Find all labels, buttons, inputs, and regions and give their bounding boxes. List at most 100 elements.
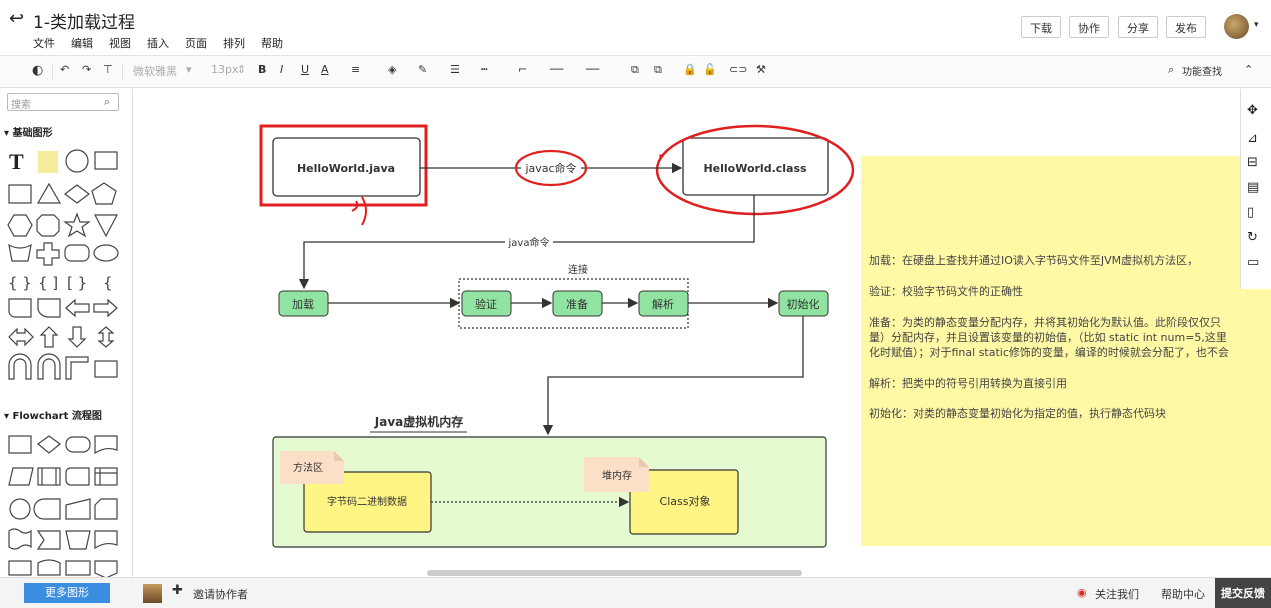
bytecode-label: 字节码二进制数据 (327, 495, 407, 508)
end-arrow-icon[interactable]: ── (586, 63, 599, 76)
start-arrow-icon[interactable]: ── (550, 63, 563, 76)
redo-icon[interactable]: ↷ (82, 63, 91, 76)
line-style-icon[interactable]: ┅ (481, 63, 488, 76)
stepper-icon: ⇕ (237, 63, 247, 76)
bold-icon[interactable]: B (258, 63, 266, 76)
font-family-select[interactable]: 微软雅黑 (133, 63, 177, 79)
publish-button[interactable]: 发布 (1166, 16, 1206, 38)
init-to-jvm-arrow[interactable] (542, 316, 804, 436)
navigate-icon[interactable]: ✥ (1247, 103, 1258, 118)
menu-help[interactable]: 帮助 (261, 35, 283, 51)
font-color-icon[interactable]: A (321, 63, 329, 76)
prepare-node[interactable]: 准备 (552, 290, 603, 317)
search-icon[interactable]: ⌕ (1168, 63, 1174, 77)
diagram-canvas[interactable]: HelloWorld.java HelloWorld.class javac命令… (134, 89, 1271, 577)
send-back-icon[interactable]: ⧉ (654, 63, 662, 77)
back-arrow-icon[interactable]: ↩ (9, 8, 24, 29)
javac-label: javac命令 (524, 161, 576, 175)
magic-wand-icon[interactable]: ⚒ (756, 63, 766, 76)
share-button[interactable]: 分享 (1118, 16, 1158, 38)
menu-arrange[interactable]: 排列 (223, 35, 245, 51)
load-label: 加载 (292, 298, 314, 311)
avatar-small[interactable] (143, 584, 162, 603)
more-shapes-button[interactable]: 更多图形 (24, 583, 110, 603)
chevron-down-icon: ▾ (186, 63, 192, 76)
link-group-label: 连接 (568, 263, 588, 276)
data-icon[interactable]: ⊟ (1247, 155, 1258, 170)
red-annotation-dot (659, 154, 663, 158)
menu-view[interactable]: 视图 (109, 35, 131, 51)
prepare-label: 准备 (566, 297, 588, 311)
link-icon[interactable]: ⊂⊃ (729, 63, 747, 76)
avatar[interactable] (1224, 14, 1249, 39)
init-node[interactable]: 初始化 (778, 290, 829, 317)
undo-icon[interactable]: ↶ (60, 63, 69, 76)
load-node[interactable]: 加载 (278, 290, 329, 317)
right-tool-panel: ✥ ⊿ ⊟ ▤ ▯ ↻ ▭ (1240, 89, 1271, 289)
init-label: 初始化 (787, 297, 820, 311)
basic-shapes-grid[interactable]: T { } { ] [ } { (0, 147, 133, 397)
style-icon[interactable]: ⊿ (1247, 131, 1258, 146)
shape-search-input[interactable]: 搜索 (7, 93, 119, 111)
class-file-node[interactable]: HelloWorld.class (682, 137, 829, 196)
follow-us-link[interactable]: 关注我们 (1095, 586, 1139, 602)
shape-library: 搜索 ⌕ ▾ 基础图形 T { } { ] [ } {▾ Flowchart … (0, 89, 133, 577)
java-file-label: HelloWorld.java (297, 162, 395, 175)
menu-page[interactable]: 页面 (185, 35, 207, 51)
download-button[interactable]: 下载 (1021, 16, 1061, 38)
unlock-icon[interactable]: 🔓 (703, 63, 717, 76)
note-init-text: 初始化：对类的静态变量初始化为指定的值，执行静态代码块 (869, 406, 1166, 420)
flowchart-shapes-grid[interactable] (0, 431, 133, 577)
heap-note[interactable]: 堆内存 (584, 457, 649, 492)
help-center-link[interactable]: 帮助中心 (1161, 586, 1205, 602)
note-prepare-text-3: 化时赋值）；对于final static修饰的变量，编译的时候就会分配了，也不会 (869, 345, 1229, 359)
font-size-select[interactable]: 13px (211, 63, 239, 76)
basic-shapes-title: 基础图形 (12, 128, 53, 139)
bring-front-icon[interactable]: ⧉ (631, 63, 639, 77)
note-load-text: 加载：在硬盘上查找并通过IO读入字节码文件至JVM虚拟机方法区， (869, 253, 1198, 267)
history-icon[interactable]: ↻ (1247, 230, 1258, 245)
horizontal-scrollbar[interactable] (427, 570, 802, 576)
document-title[interactable]: 1-类加载过程 (33, 8, 135, 33)
invite-collaborator-link[interactable]: 邀请协作者 (193, 586, 248, 602)
menu-file[interactable]: 文件 (33, 35, 55, 51)
menu-insert[interactable]: 插入 (147, 35, 169, 51)
menu-edit[interactable]: 编辑 (71, 35, 93, 51)
method-area-note[interactable]: 方法区 (280, 451, 344, 484)
comment-icon[interactable]: ▭ (1247, 255, 1259, 270)
search-icon[interactable]: ⌕ (104, 95, 110, 109)
resolve-node[interactable]: 解析 (638, 290, 689, 317)
feedback-button[interactable]: 提交反馈 (1215, 578, 1271, 608)
verify-label: 验证 (475, 297, 497, 311)
format-painter-icon[interactable]: ◐ (32, 63, 43, 78)
clear-format-icon[interactable]: ⊤ (103, 63, 113, 76)
java-file-node[interactable]: HelloWorld.java (272, 137, 421, 197)
lock-icon[interactable]: 🔒 (683, 63, 697, 76)
svg-text:{: { (103, 274, 113, 292)
svg-text:{ ]: { ] (38, 274, 58, 292)
svg-text:T: T (9, 149, 24, 174)
underline-icon[interactable]: U (301, 63, 309, 76)
fill-color-icon[interactable]: ◈ (388, 63, 396, 76)
flowchart-header[interactable]: ▾ Flowchart 流程图 (4, 407, 102, 422)
java-label: java命令 (508, 236, 550, 249)
document-icon[interactable]: ▯ (1247, 205, 1254, 220)
chevron-down-icon[interactable]: ▾ (1254, 20, 1259, 30)
collapse-icon[interactable]: ⌃ (1244, 63, 1253, 76)
divider (52, 65, 53, 79)
align-icon[interactable]: ≡ (351, 63, 360, 76)
feature-search-link[interactable]: 功能查找 (1182, 63, 1222, 78)
page-icon[interactable]: ▤ (1247, 180, 1259, 195)
verify-node[interactable]: 验证 (461, 290, 512, 317)
add-user-icon[interactable]: ✚ (172, 583, 183, 598)
collab-button[interactable]: 协作 (1069, 16, 1109, 38)
format-toolbar: ◐ ↶ ↷ ⊤ 微软雅黑 ▾ 13px ⇕ B I U A ≡ ◈ ✎ ☰ ┅ … (0, 57, 1271, 88)
connector-icon[interactable]: ⌐ (518, 63, 527, 76)
italic-icon[interactable]: I (280, 63, 283, 76)
line-width-icon[interactable]: ☰ (450, 63, 460, 76)
weibo-icon[interactable]: ◉ (1077, 586, 1087, 599)
basic-shapes-header[interactable]: ▾ 基础图形 (4, 124, 53, 139)
note-resolve-text: 解析：把类中的符号引用转换为直接引用 (869, 376, 1067, 390)
flowchart-title: Flowchart 流程图 (12, 411, 102, 422)
line-color-icon[interactable]: ✎ (418, 63, 427, 76)
